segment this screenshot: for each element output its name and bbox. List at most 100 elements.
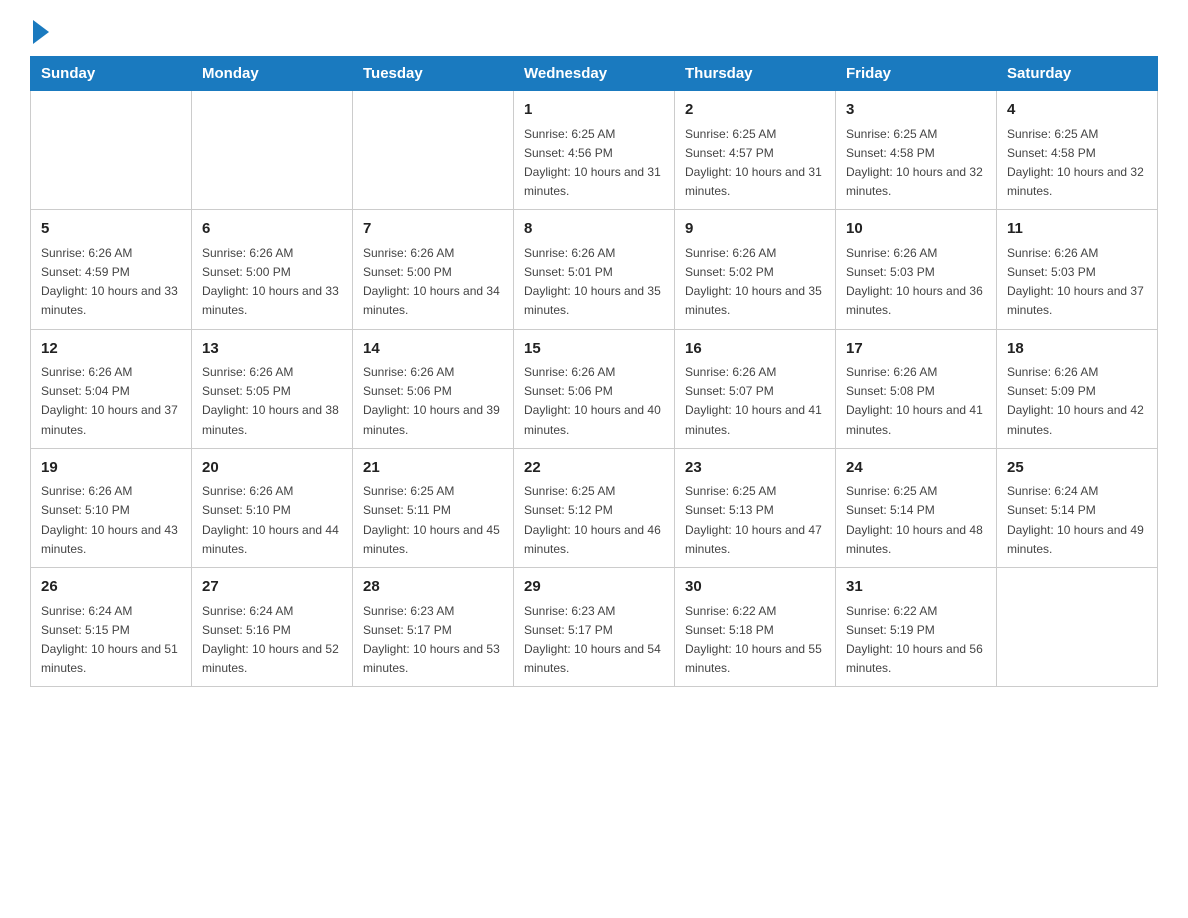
calendar-cell: [192, 91, 353, 210]
weekday-header-saturday: Saturday: [997, 57, 1158, 91]
weekday-header-tuesday: Tuesday: [353, 57, 514, 91]
calendar-cell: 22Sunrise: 6:25 AMSunset: 5:12 PMDayligh…: [514, 448, 675, 567]
calendar-cell: 12Sunrise: 6:26 AMSunset: 5:04 PMDayligh…: [31, 329, 192, 448]
day-info: Sunrise: 6:25 AMSunset: 5:14 PMDaylight:…: [846, 482, 986, 559]
calendar-week-5: 26Sunrise: 6:24 AMSunset: 5:15 PMDayligh…: [31, 568, 1158, 687]
day-number: 3: [846, 99, 986, 122]
calendar-cell: 8 Sunrise: 6:26 AMSunset: 5:01 PMDaylight…: [514, 210, 675, 329]
day-number: 25: [1007, 457, 1147, 480]
day-info: Sunrise: 6:25 AMSunset: 4:58 PMDaylight:…: [846, 125, 986, 202]
day-number: 8: [524, 218, 664, 241]
calendar-cell: 16Sunrise: 6:26 AMSunset: 5:07 PMDayligh…: [675, 329, 836, 448]
day-info: Sunrise: 6:25 AMSunset: 5:11 PMDaylight:…: [363, 482, 503, 559]
calendar-cell: 14Sunrise: 6:26 AMSunset: 5:06 PMDayligh…: [353, 329, 514, 448]
day-number: 18: [1007, 338, 1147, 361]
day-number: 27: [202, 576, 342, 599]
day-number: 15: [524, 338, 664, 361]
day-info: Sunrise: 6:24 AMSunset: 5:14 PMDaylight:…: [1007, 482, 1147, 559]
calendar-week-2: 5 Sunrise: 6:26 AMSunset: 4:59 PMDaylight…: [31, 210, 1158, 329]
calendar-week-4: 19Sunrise: 6:26 AMSunset: 5:10 PMDayligh…: [31, 448, 1158, 567]
calendar-cell: 21Sunrise: 6:25 AMSunset: 5:11 PMDayligh…: [353, 448, 514, 567]
day-info: Sunrise: 6:26 AMSunset: 5:07 PMDaylight:…: [685, 363, 825, 440]
calendar-cell: 9Sunrise: 6:26 AMSunset: 5:02 PMDaylight…: [675, 210, 836, 329]
logo: [30, 20, 49, 36]
day-info: Sunrise: 6:25 AMSunset: 4:57 PMDaylight:…: [685, 125, 825, 202]
day-number: 4: [1007, 99, 1147, 122]
day-info: Sunrise: 6:24 AMSunset: 5:16 PMDaylight:…: [202, 602, 342, 679]
day-info: Sunrise: 6:26 AMSunset: 5:10 PMDaylight:…: [202, 482, 342, 559]
calendar-cell: 17Sunrise: 6:26 AMSunset: 5:08 PMDayligh…: [836, 329, 997, 448]
calendar-cell: 25Sunrise: 6:24 AMSunset: 5:14 PMDayligh…: [997, 448, 1158, 567]
calendar-cell: 1 Sunrise: 6:25 AMSunset: 4:56 PMDaylight…: [514, 91, 675, 210]
day-number: 21: [363, 457, 503, 480]
day-number: 23: [685, 457, 825, 480]
day-info: Sunrise: 6:26 AMSunset: 5:00 PMDaylight:…: [363, 244, 503, 321]
day-number: 22: [524, 457, 664, 480]
day-number: 5: [41, 218, 181, 241]
day-info: Sunrise: 6:26 AMSunset: 5:09 PMDaylight:…: [1007, 363, 1147, 440]
day-info: Sunrise: 6:25 AMSunset: 5:13 PMDaylight:…: [685, 482, 825, 559]
day-number: 19: [41, 457, 181, 480]
calendar-cell: 6 Sunrise: 6:26 AMSunset: 5:00 PMDaylight…: [192, 210, 353, 329]
day-info: Sunrise: 6:26 AMSunset: 5:00 PMDaylight:…: [202, 244, 342, 321]
day-info: Sunrise: 6:22 AMSunset: 5:18 PMDaylight:…: [685, 602, 825, 679]
day-info: Sunrise: 6:26 AMSunset: 5:08 PMDaylight:…: [846, 363, 986, 440]
calendar-cell: 18Sunrise: 6:26 AMSunset: 5:09 PMDayligh…: [997, 329, 1158, 448]
logo-arrow-icon: [33, 20, 49, 44]
calendar-table: SundayMondayTuesdayWednesdayThursdayFrid…: [30, 56, 1158, 687]
day-info: Sunrise: 6:24 AMSunset: 5:15 PMDaylight:…: [41, 602, 181, 679]
day-number: 6: [202, 218, 342, 241]
calendar-cell: 31 Sunrise: 6:22 AMSunset: 5:19 PMDayligh…: [836, 568, 997, 687]
day-info: Sunrise: 6:26 AMSunset: 5:06 PMDaylight:…: [363, 363, 503, 440]
day-number: 10: [846, 218, 986, 241]
calendar-cell: 26Sunrise: 6:24 AMSunset: 5:15 PMDayligh…: [31, 568, 192, 687]
calendar-cell: 29 Sunrise: 6:23 AMSunset: 5:17 PMDayligh…: [514, 568, 675, 687]
day-info: Sunrise: 6:25 AMSunset: 5:12 PMDaylight:…: [524, 482, 664, 559]
day-info: Sunrise: 6:26 AMSunset: 4:59 PMDaylight:…: [41, 244, 181, 321]
day-number: 31: [846, 576, 986, 599]
day-number: 30: [685, 576, 825, 599]
day-info: Sunrise: 6:22 AMSunset: 5:19 PMDaylight:…: [846, 602, 986, 679]
weekday-header-monday: Monday: [192, 57, 353, 91]
weekday-header-sunday: Sunday: [31, 57, 192, 91]
day-number: 13: [202, 338, 342, 361]
calendar-cell: 27 Sunrise: 6:24 AMSunset: 5:16 PMDayligh…: [192, 568, 353, 687]
calendar-cell: 20Sunrise: 6:26 AMSunset: 5:10 PMDayligh…: [192, 448, 353, 567]
calendar-cell: 15Sunrise: 6:26 AMSunset: 5:06 PMDayligh…: [514, 329, 675, 448]
calendar-cell: 5 Sunrise: 6:26 AMSunset: 4:59 PMDaylight…: [31, 210, 192, 329]
weekday-header-friday: Friday: [836, 57, 997, 91]
day-number: 29: [524, 576, 664, 599]
day-number: 14: [363, 338, 503, 361]
calendar-cell: 7Sunrise: 6:26 AMSunset: 5:00 PMDaylight…: [353, 210, 514, 329]
day-number: 2: [685, 99, 825, 122]
calendar-cell: 19Sunrise: 6:26 AMSunset: 5:10 PMDayligh…: [31, 448, 192, 567]
day-info: Sunrise: 6:25 AMSunset: 4:56 PMDaylight:…: [524, 125, 664, 202]
calendar-cell: [997, 568, 1158, 687]
calendar-cell: 10 Sunrise: 6:26 AMSunset: 5:03 PMDayligh…: [836, 210, 997, 329]
calendar-cell: [31, 91, 192, 210]
day-number: 11: [1007, 218, 1147, 241]
day-number: 17: [846, 338, 986, 361]
day-number: 12: [41, 338, 181, 361]
calendar-cell: 3 Sunrise: 6:25 AMSunset: 4:58 PMDaylight…: [836, 91, 997, 210]
day-info: Sunrise: 6:26 AMSunset: 5:05 PMDaylight:…: [202, 363, 342, 440]
calendar-week-3: 12Sunrise: 6:26 AMSunset: 5:04 PMDayligh…: [31, 329, 1158, 448]
day-number: 20: [202, 457, 342, 480]
day-info: Sunrise: 6:26 AMSunset: 5:03 PMDaylight:…: [846, 244, 986, 321]
page-header: [30, 20, 1158, 36]
day-info: Sunrise: 6:26 AMSunset: 5:02 PMDaylight:…: [685, 244, 825, 321]
day-info: Sunrise: 6:23 AMSunset: 5:17 PMDaylight:…: [524, 602, 664, 679]
calendar-cell: 30 Sunrise: 6:22 AMSunset: 5:18 PMDayligh…: [675, 568, 836, 687]
day-info: Sunrise: 6:26 AMSunset: 5:01 PMDaylight:…: [524, 244, 664, 321]
day-info: Sunrise: 6:26 AMSunset: 5:04 PMDaylight:…: [41, 363, 181, 440]
day-info: Sunrise: 6:23 AMSunset: 5:17 PMDaylight:…: [363, 602, 503, 679]
calendar-header-row: SundayMondayTuesdayWednesdayThursdayFrid…: [31, 57, 1158, 91]
day-number: 28: [363, 576, 503, 599]
calendar-week-1: 1 Sunrise: 6:25 AMSunset: 4:56 PMDaylight…: [31, 91, 1158, 210]
day-number: 1: [524, 99, 664, 122]
calendar-cell: 28 Sunrise: 6:23 AMSunset: 5:17 PMDayligh…: [353, 568, 514, 687]
day-info: Sunrise: 6:26 AMSunset: 5:10 PMDaylight:…: [41, 482, 181, 559]
day-info: Sunrise: 6:26 AMSunset: 5:06 PMDaylight:…: [524, 363, 664, 440]
calendar-cell: [353, 91, 514, 210]
calendar-cell: 13Sunrise: 6:26 AMSunset: 5:05 PMDayligh…: [192, 329, 353, 448]
